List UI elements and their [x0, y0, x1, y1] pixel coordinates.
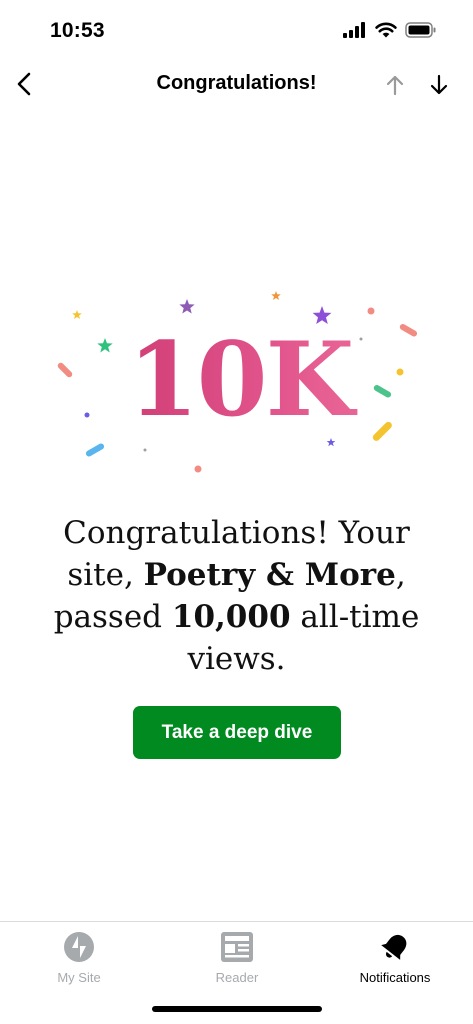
- home-indicator: [152, 1006, 322, 1012]
- tab-reader[interactable]: Reader: [158, 930, 316, 985]
- tab-notifications-label: Notifications: [359, 970, 431, 985]
- status-icons: [343, 22, 437, 38]
- views-count: 10,000: [171, 599, 291, 635]
- back-button[interactable]: [6, 66, 42, 102]
- arrow-down-icon: [430, 74, 448, 95]
- jetpack-bolt-icon: [62, 930, 96, 964]
- tab-reader-label: Reader: [215, 970, 259, 985]
- site-name: Poetry & More: [143, 557, 396, 593]
- milestone-message: Congratulations! Your site, Poetry & Mor…: [40, 512, 433, 680]
- next-notification-button[interactable]: [422, 68, 456, 102]
- wifi-icon: [375, 22, 397, 38]
- milestone-badge: 10K: [50, 285, 430, 485]
- status-time: 10:53: [50, 19, 105, 42]
- tab-notifications[interactable]: Notifications: [316, 930, 473, 985]
- milestone-label: 10K: [50, 325, 430, 435]
- previous-notification-button[interactable]: [378, 68, 412, 102]
- bell-icon: [378, 930, 412, 964]
- deep-dive-button[interactable]: Take a deep dive: [133, 706, 341, 759]
- arrow-up-icon: [386, 75, 404, 96]
- status-bar: 10:53: [0, 0, 473, 60]
- reader-icon: [220, 930, 254, 964]
- navigation-bar: Congratulations!: [0, 60, 473, 108]
- tab-my-site[interactable]: My Site: [0, 930, 158, 985]
- cellular-signal-icon: [343, 22, 365, 38]
- tab-my-site-label: My Site: [57, 970, 101, 985]
- battery-icon: [405, 22, 436, 38]
- chevron-left-icon: [17, 72, 31, 96]
